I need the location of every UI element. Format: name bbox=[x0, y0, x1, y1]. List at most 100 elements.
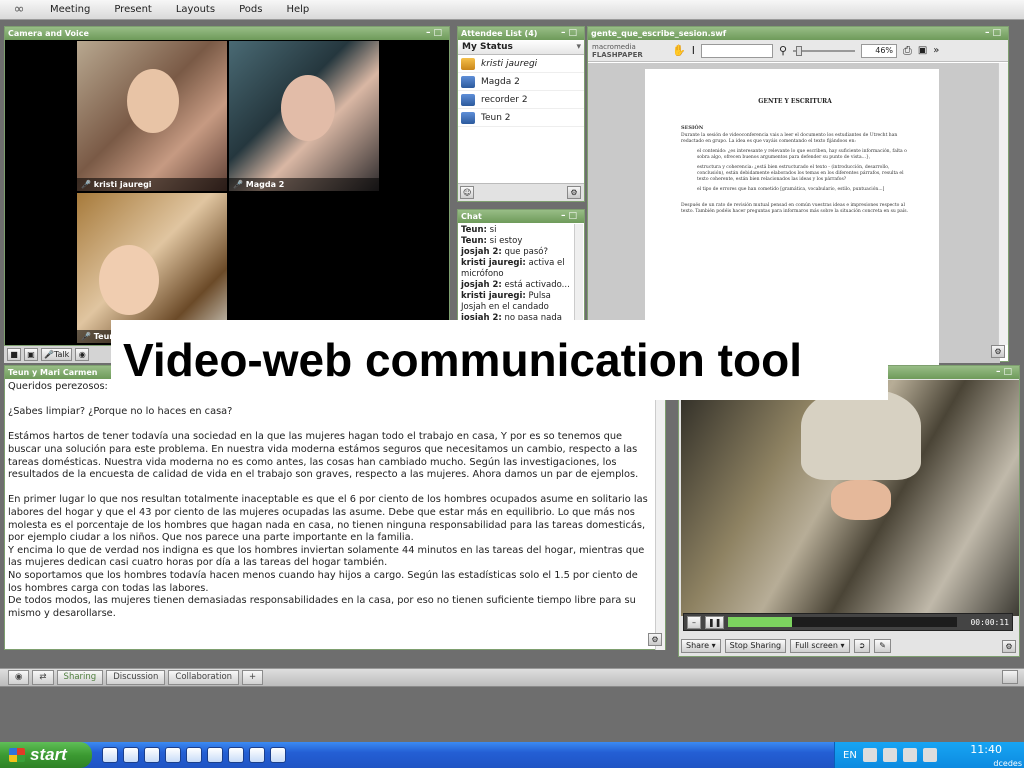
tray-user: dcedes bbox=[993, 759, 1022, 768]
pod-window-controls[interactable]: –□ bbox=[561, 27, 580, 40]
video-feed-magda[interactable]: 🎤 Magda 2 bbox=[229, 41, 379, 191]
stop-sharing-button[interactable]: Stop Sharing bbox=[724, 639, 787, 653]
video-figure bbox=[801, 390, 921, 480]
app-icon[interactable] bbox=[249, 747, 265, 763]
network-icon[interactable] bbox=[902, 748, 917, 762]
hand-tool-icon[interactable]: ✋ bbox=[672, 44, 686, 57]
camera-icon[interactable]: ▣ bbox=[24, 348, 38, 361]
video-feed-kristi[interactable]: 🎤 kristi jauregi bbox=[77, 41, 227, 191]
attendee-row[interactable]: recorder 2 bbox=[458, 91, 584, 109]
chat-message: kristi jauregi: Pulsa Josjah en el canda… bbox=[461, 291, 572, 313]
browser-icon[interactable] bbox=[123, 747, 139, 763]
notes-scrollbar[interactable] bbox=[655, 380, 665, 650]
draw-icon[interactable]: ✎ bbox=[874, 639, 891, 653]
layout-bar: ◉ ⇄ Sharing Discussion Collaboration + bbox=[0, 668, 1024, 687]
stop-icon[interactable]: ■ bbox=[7, 348, 21, 361]
tab-discussion[interactable]: Discussion bbox=[106, 670, 166, 685]
notes-text-area[interactable]: Queridos perezosos: ¿Sabes limpiar? ¿Por… bbox=[5, 379, 665, 647]
minus-icon[interactable]: – bbox=[687, 615, 701, 629]
keyboard-icon[interactable] bbox=[862, 748, 877, 762]
chat-text: está activado... bbox=[501, 280, 570, 290]
pointer-icon[interactable]: ➲ bbox=[853, 639, 871, 653]
zoom-slider[interactable] bbox=[793, 45, 856, 56]
attendee-row[interactable]: Teun 2 bbox=[458, 109, 584, 127]
messenger-icon[interactable] bbox=[228, 747, 244, 763]
add-user-icon[interactable]: ☺ bbox=[460, 186, 475, 199]
attendee-name: Magda 2 bbox=[481, 76, 520, 87]
chat-sender: Teun: bbox=[461, 236, 487, 246]
search-icon[interactable]: ⚲ bbox=[779, 44, 787, 57]
text-select-icon[interactable]: I bbox=[692, 44, 695, 57]
layout-lock-icon[interactable]: ◉ bbox=[8, 670, 30, 685]
menu-pods[interactable]: Pods bbox=[227, 0, 274, 20]
document-bullet: el tipo de errores que han cometido [gra… bbox=[697, 187, 885, 192]
word-icon[interactable] bbox=[186, 747, 202, 763]
chat-sender: josjah 2: bbox=[461, 280, 502, 290]
layout-toggle-icon[interactable]: ⇄ bbox=[32, 670, 54, 685]
start-button[interactable]: start bbox=[0, 742, 92, 768]
more-icon[interactable]: » bbox=[933, 45, 939, 56]
gear-icon[interactable]: ⚙ bbox=[648, 633, 662, 646]
connect-logo-icon[interactable]: ∞ bbox=[0, 0, 38, 20]
participant-icon bbox=[461, 75, 475, 88]
flashpaper-logo-line2: FLASHPAPER bbox=[592, 50, 643, 59]
share-button[interactable]: Share ▾ bbox=[681, 639, 721, 653]
video-face bbox=[281, 75, 335, 141]
chat-message: josjah 2: que pasó? bbox=[461, 247, 572, 258]
chat-message: Teun: si bbox=[461, 225, 572, 236]
menu-present[interactable]: Present bbox=[102, 0, 164, 20]
notes-pod-title-text: Teun y Mari Carmen bbox=[8, 368, 98, 377]
gear-icon[interactable]: ⚙ bbox=[991, 345, 1005, 358]
video-name-magda: Magda 2 bbox=[245, 180, 285, 189]
full-screen-button[interactable]: Full screen ▾ bbox=[790, 639, 850, 653]
shared-video[interactable] bbox=[681, 380, 1019, 616]
pod-window-controls[interactable]: –□ bbox=[561, 210, 580, 223]
share-pod: –□ – ❚❚ 00:00:11 Share ▾ Stop Sharing Fu… bbox=[678, 365, 1020, 657]
zoom-slider-thumb[interactable] bbox=[796, 45, 803, 56]
ie-icon[interactable] bbox=[102, 747, 118, 763]
clock[interactable]: 11:40 bbox=[970, 743, 1002, 756]
volume-icon[interactable] bbox=[922, 748, 937, 762]
excel-icon[interactable] bbox=[144, 747, 160, 763]
video-face bbox=[127, 69, 179, 133]
participant-icon bbox=[461, 111, 475, 124]
windows-flag-icon bbox=[9, 748, 25, 762]
menu-meeting[interactable]: Meeting bbox=[38, 0, 102, 20]
page-view-icon[interactable]: ▣ bbox=[918, 45, 927, 56]
media-icon[interactable] bbox=[165, 747, 181, 763]
document-paragraph: Durante la sesión de videoconferencia va… bbox=[681, 133, 898, 144]
language-indicator[interactable]: EN bbox=[843, 750, 857, 761]
menu-layouts[interactable]: Layouts bbox=[164, 0, 227, 20]
help-icon[interactable] bbox=[882, 748, 897, 762]
tab-sharing[interactable]: Sharing bbox=[56, 670, 104, 685]
attendee-row[interactable]: Magda 2 bbox=[458, 73, 584, 91]
my-status-dropdown[interactable]: My Status ▾ bbox=[458, 40, 584, 55]
document-search-input[interactable] bbox=[700, 43, 773, 58]
pod-window-controls[interactable]: –□ bbox=[996, 366, 1015, 379]
chat-message: josjah 2: está activado... bbox=[461, 280, 572, 291]
video-progress-bar[interactable] bbox=[728, 617, 957, 627]
gear-icon[interactable]: ⚙ bbox=[567, 186, 581, 199]
pod-window-controls[interactable]: –□ bbox=[985, 27, 1004, 40]
menu-help[interactable]: Help bbox=[274, 0, 321, 20]
folder-icon[interactable] bbox=[270, 747, 286, 763]
document-bullet: el contenido: ¿es interesante y relevant… bbox=[697, 149, 907, 160]
presenter-area-icon[interactable] bbox=[1002, 670, 1018, 684]
zoom-level[interactable]: 46% bbox=[861, 43, 898, 58]
lock-icon[interactable]: ◉ bbox=[75, 348, 90, 361]
document-scrollbar[interactable] bbox=[998, 63, 1008, 345]
add-layout-button[interactable]: + bbox=[242, 670, 264, 685]
attendee-row[interactable]: kristi jauregi bbox=[458, 55, 584, 73]
tab-collaboration[interactable]: Collaboration bbox=[168, 670, 240, 685]
talk-button[interactable]: 🎤Talk bbox=[41, 348, 73, 361]
outlook-icon[interactable] bbox=[207, 747, 223, 763]
gear-icon[interactable]: ⚙ bbox=[1002, 640, 1016, 653]
document-viewer: GENTE Y ESCRITURA SESIÓN Durante la sesi… bbox=[588, 63, 1000, 369]
print-icon[interactable]: ⎙ bbox=[903, 44, 912, 58]
pause-icon[interactable]: ❚❚ bbox=[705, 615, 725, 629]
document-heading: GENTE Y ESCRITURA bbox=[758, 98, 832, 105]
pod-window-controls[interactable]: –□ bbox=[426, 27, 445, 40]
document-pod-title: gente_que_escribe_sesion.swf –□ bbox=[588, 27, 1008, 40]
camera-pod-title-text: Camera and Voice bbox=[8, 29, 89, 38]
chat-text: que pasó? bbox=[501, 247, 548, 257]
